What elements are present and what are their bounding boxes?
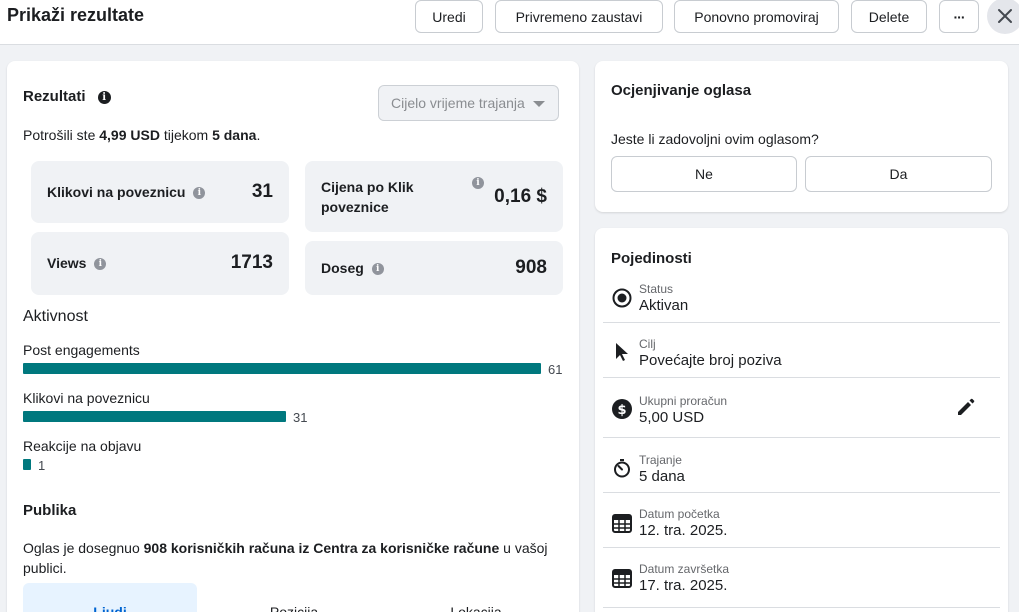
top-bar: Prikaži rezultate Uredi Privremeno zaust… (0, 0, 1019, 45)
chevron-down-icon (533, 101, 545, 107)
detail-label: Datum početka (639, 507, 720, 521)
close-icon (998, 9, 1012, 23)
activity-label: Klikovi na poveznicu (23, 390, 150, 406)
detail-value: 5 dana (639, 468, 685, 485)
tab-label: Pozicija (269, 604, 319, 612)
activity-value: 31 (293, 410, 308, 425)
edit-budget-button[interactable] (955, 396, 977, 418)
detail-row-duration: Trajanje 5 dana (603, 438, 1000, 493)
activity-value: 1 (38, 458, 46, 473)
rating-no-button[interactable]: Ne (611, 156, 797, 192)
stat-value: 1713 (230, 252, 273, 273)
results-card (7, 61, 579, 612)
calendar-icon (611, 512, 633, 534)
activity-label: Reakcije na objavu (23, 438, 142, 454)
spend-prefix: Potrošili ste (23, 127, 100, 143)
info-icon[interactable]: i (472, 177, 484, 189)
activity-bar (23, 411, 286, 422)
audience-text-suffix-2: publici. (23, 560, 67, 576)
detail-label: Datum završetka (639, 562, 730, 576)
stat-value: 31 (251, 181, 273, 202)
promote-again-button[interactable]: Ponovno promoviraj (674, 0, 839, 33)
radio-selected-icon (611, 287, 633, 309)
activity-title: Aktivnost (23, 308, 88, 325)
more-options-button[interactable]: ··· (939, 0, 979, 33)
stat-reach: Doseg i 908 (305, 241, 563, 295)
stat-value: 0,16 $ (494, 186, 547, 207)
timeframe-dropdown[interactable]: Cijelo vrijeme trajanja (378, 85, 559, 121)
info-icon[interactable]: i (371, 263, 384, 275)
dollar-icon: $ (611, 398, 633, 420)
detail-value: 12. tra. 2025. (639, 522, 728, 539)
activity-value: 61 (548, 362, 563, 377)
detail-label: Ukupni proračun (639, 394, 728, 408)
tab-placement[interactable]: Pozicija (207, 583, 381, 612)
stat-link-clicks: Klikovi na poveznicu i 31 (31, 161, 289, 223)
info-icon[interactable]: i (97, 91, 111, 104)
rating-title: Ocjenjivanje oglasa (611, 82, 752, 99)
stat-views: Views i 1713 (31, 232, 289, 295)
stat-value: 908 (515, 257, 547, 278)
rating-yes-button[interactable]: Da (805, 156, 992, 192)
audience-text-bold: 908 korisničkih računa iz Centra za kori… (143, 540, 500, 556)
details-title: Pojedinosti (611, 250, 692, 267)
detail-value: 17. tra. 2025. (639, 577, 728, 594)
stat-label: Cijena po Klik poveznice (321, 179, 414, 215)
audience-text-prefix: Oglas je dosegnuo (23, 540, 144, 556)
detail-label: Cilj (639, 337, 656, 351)
spend-days: 5 dana (212, 127, 257, 143)
spend-amount: 4,99 USD (99, 127, 160, 143)
detail-row-budget: $ Ukupni proračun 5,00 USD (603, 378, 1000, 438)
calendar-icon (611, 567, 633, 589)
stat-label: Views i (47, 253, 107, 273)
stat-label-text: Views (47, 255, 87, 271)
detail-value: 5,00 USD (639, 409, 705, 426)
results-title: Rezultati i (23, 88, 111, 105)
info-icon[interactable]: i (193, 187, 206, 199)
detail-row-objective: Cilj Povećajte broj poziva (603, 323, 1000, 378)
tab-location[interactable]: Lokacija (389, 583, 563, 612)
svg-text:$: $ (617, 403, 626, 418)
audience-text: Oglas je dosegnuo 908 korisničkih računa… (23, 538, 553, 578)
cursor-icon (611, 341, 633, 363)
stopwatch-icon (611, 457, 633, 479)
spend-suffix: . (256, 127, 261, 143)
stat-cost-per-click: Cijena po Klik poveznice i 0,16 $ (305, 161, 563, 232)
detail-value: Aktivan (639, 297, 689, 314)
detail-row-start-date: Datum početka 12. tra. 2025. (603, 493, 1000, 548)
stat-label-text: Doseg (321, 260, 364, 276)
pencil-icon (958, 398, 975, 415)
timeframe-dropdown-label: Cijelo vrijeme trajanja (391, 95, 525, 111)
detail-label: Trajanje (639, 453, 682, 467)
tab-label: Lokacija (450, 604, 502, 612)
stat-label-text: Klikovi na poveznicu (47, 184, 186, 200)
close-button[interactable] (987, 0, 1019, 34)
detail-label: Status (639, 282, 674, 296)
page-title: Prikaži rezultate (7, 5, 145, 25)
activity-bar (23, 363, 541, 374)
delete-button[interactable]: Delete (851, 0, 927, 33)
audience-text-suffix: u vašoj (499, 540, 548, 556)
info-icon[interactable]: i (94, 258, 107, 270)
detail-value: Povećajte broj poziva (639, 352, 782, 369)
activity-bar (23, 459, 31, 470)
pause-button[interactable]: Privremeno zaustavi (495, 0, 663, 33)
stat-label: Doseg i (321, 258, 384, 278)
detail-row-status: Status Aktivan (603, 278, 1000, 323)
detail-row-end-date: Datum završetka 17. tra. 2025. (603, 548, 1000, 608)
audience-title: Publika (23, 502, 77, 519)
tab-people[interactable]: Ljudi (23, 583, 197, 612)
spend-summary: Potrošili ste 4,99 USD tijekom 5 dana. (23, 127, 260, 143)
results-title-text: Rezultati (23, 88, 86, 105)
spend-middle: tijekom (159, 127, 213, 143)
activity-label: Post engagements (23, 342, 140, 358)
rating-question: Jeste li zadovoljni ovim oglasom? (611, 131, 819, 147)
stat-label: Klikovi na poveznicu i (47, 182, 206, 202)
edit-button[interactable]: Uredi (415, 0, 483, 33)
tab-label: Ljudi (93, 604, 127, 612)
